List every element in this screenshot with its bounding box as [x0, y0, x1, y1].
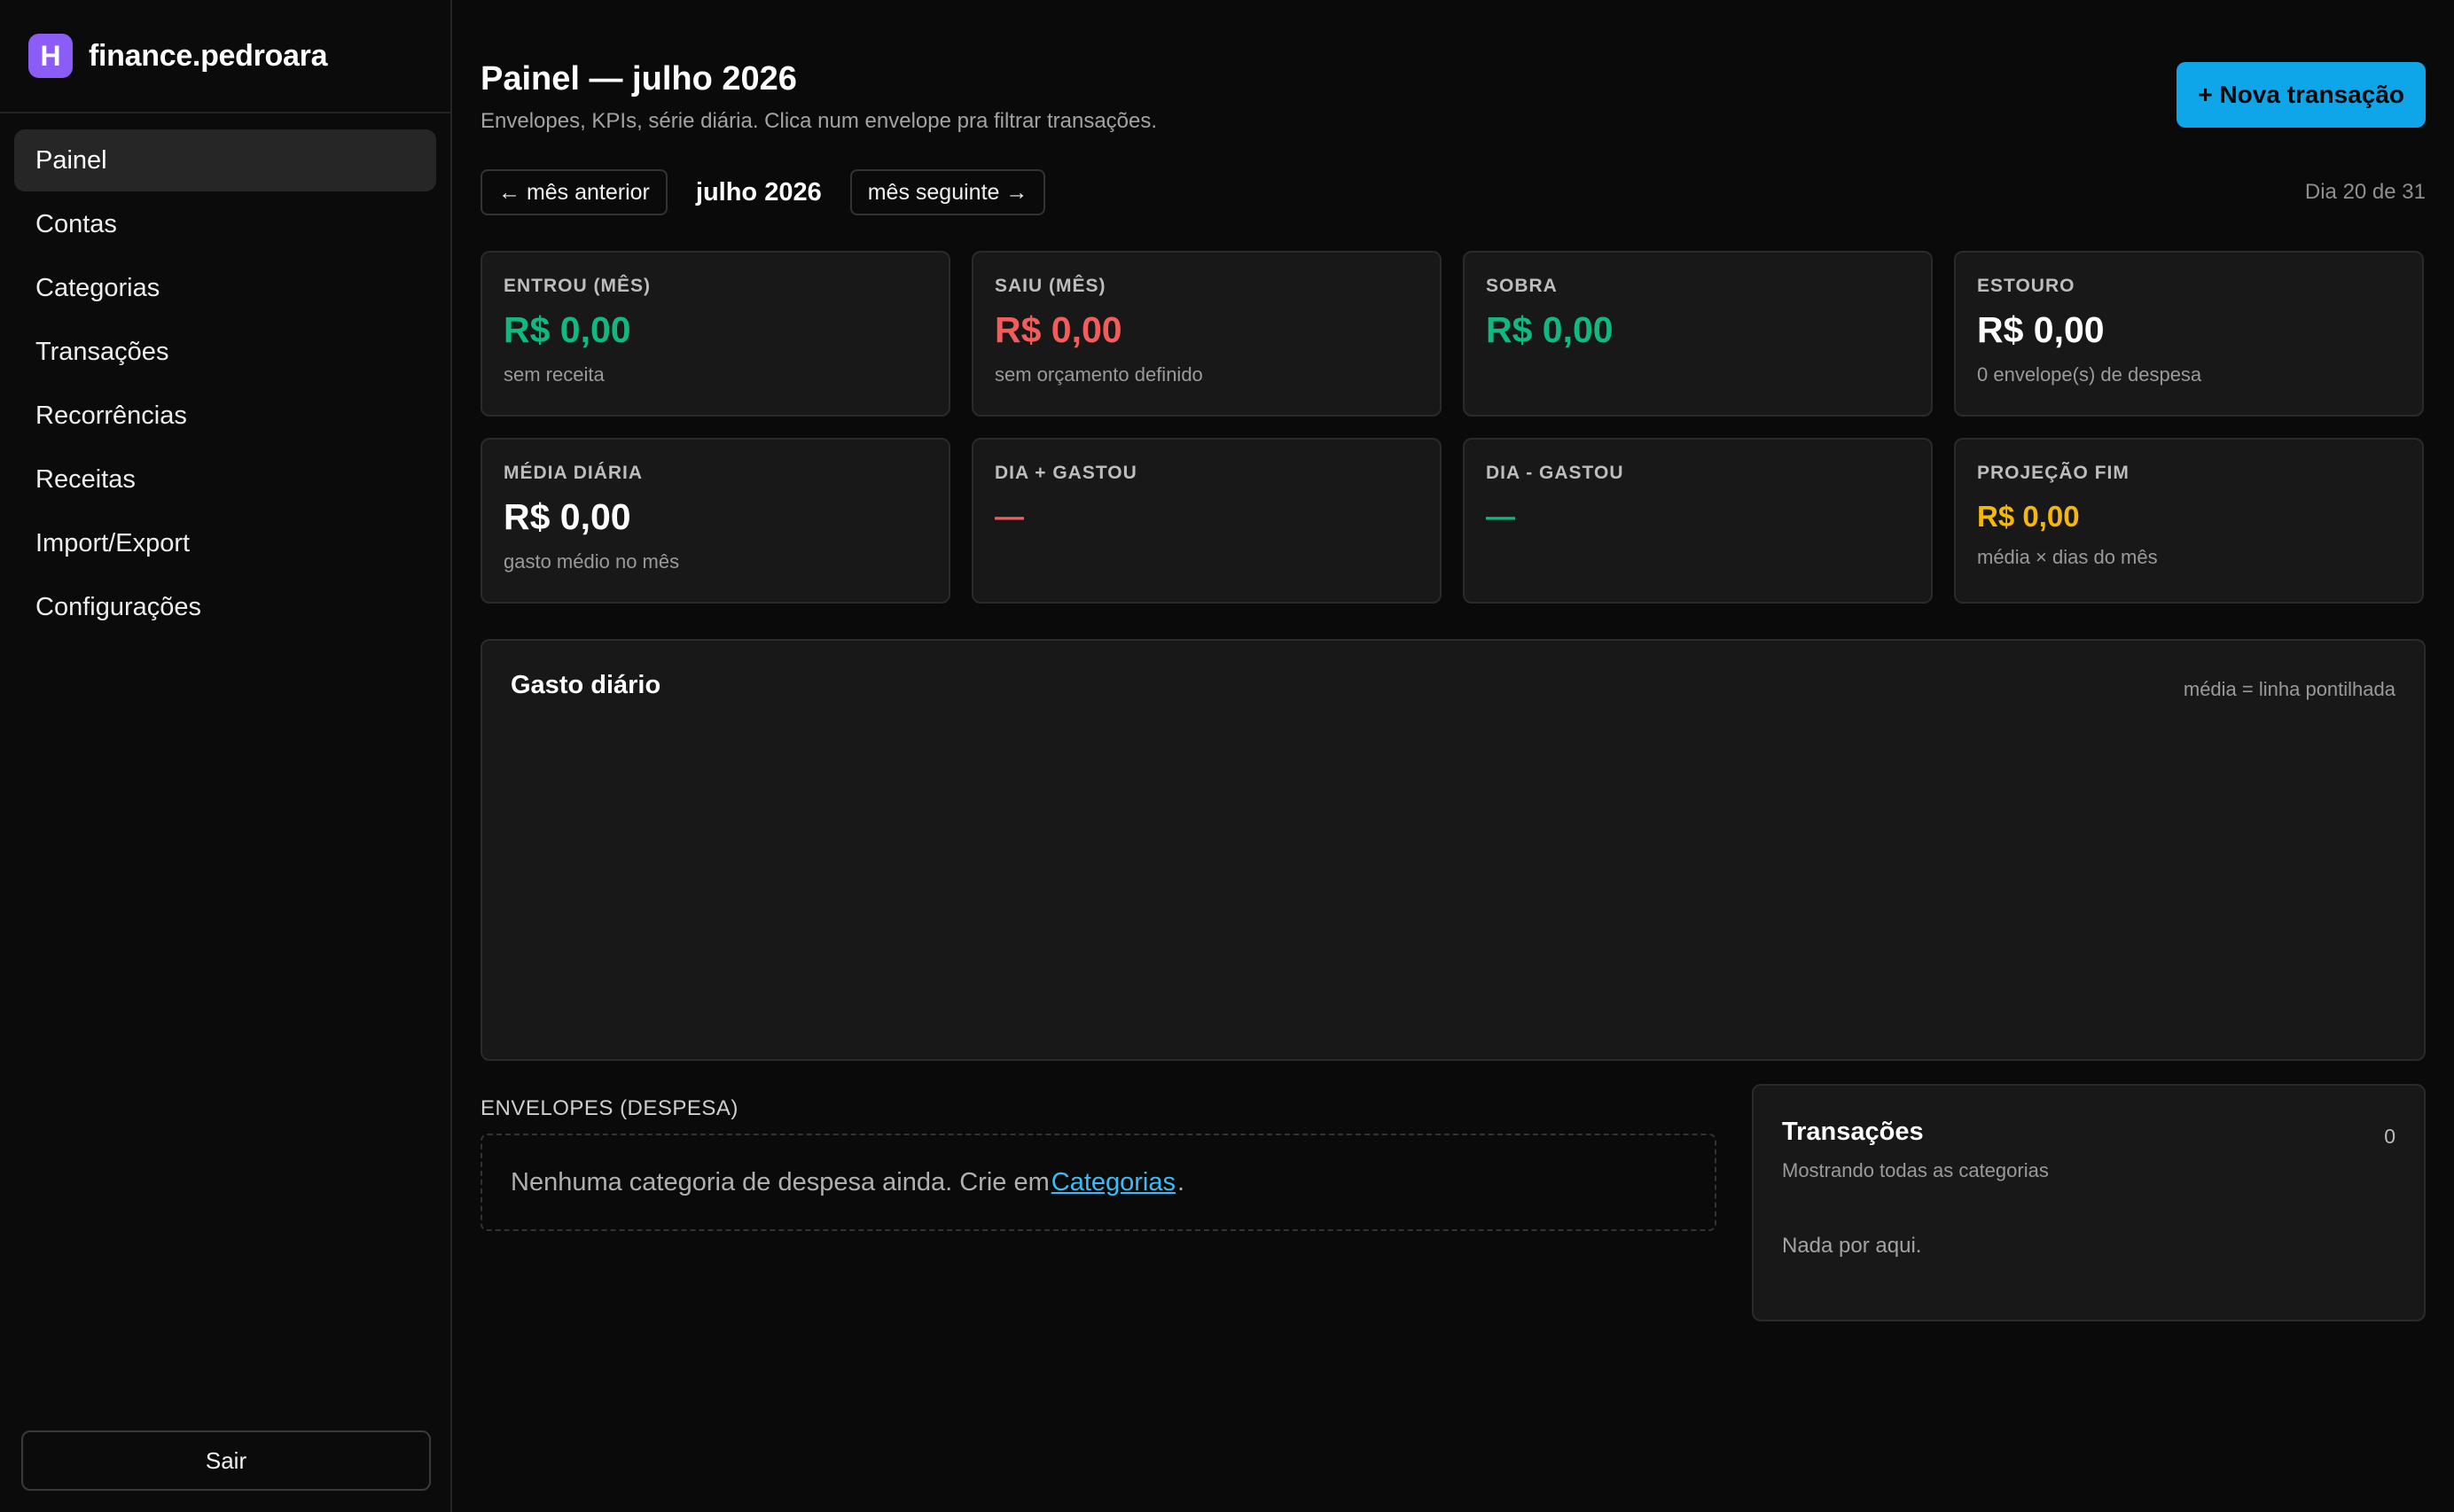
- sidebar-item-receitas[interactable]: Receitas: [14, 448, 436, 510]
- sidebar-item-recorrencias[interactable]: Recorrências: [14, 385, 436, 447]
- kpi-note: média × dias do mês: [1977, 546, 2158, 568]
- month-navigation: ← mês anterior julho 2026 mês seguinte →…: [481, 169, 2426, 215]
- sidebar-item-configuracoes[interactable]: Configurações: [14, 576, 436, 638]
- next-month-button[interactable]: mês seguinte →: [849, 169, 1046, 215]
- kpi-card-estouro: ESTOURO R$ 0,00 0 envelope(s) de despesa: [1954, 251, 2424, 417]
- sidebar-item-categorias[interactable]: Categorias: [14, 257, 436, 319]
- kpi-label: SOBRA: [1486, 276, 1558, 296]
- logout-button[interactable]: Sair: [21, 1430, 431, 1491]
- transactions-count: 0: [2384, 1125, 2395, 1148]
- transactions-subtitle: Mostrando todas as categorias: [1782, 1159, 2049, 1181]
- envelopes-section-label: ENVELOPES (DESPESA): [481, 1096, 739, 1120]
- current-month-label: julho 2026: [695, 177, 822, 207]
- sidebar-item-import-export[interactable]: Import/Export: [14, 512, 436, 574]
- brand[interactable]: H finance.pedroara: [0, 0, 450, 113]
- transactions-title: Transações: [1782, 1118, 1924, 1146]
- chart-title: Gasto diário: [511, 671, 661, 699]
- sidebar-nav: Painel Contas Categorias Transações Reco…: [0, 113, 450, 656]
- kpi-card-projecao-fim: PROJEÇÃO FIM R$ 0,00 média × dias do mês: [1954, 438, 2424, 604]
- main-content: Painel — julho 2026 Envelopes, KPIs, sér…: [452, 0, 2454, 1512]
- bottom-row: ENVELOPES (DESPESA) Nenhuma categoria de…: [481, 1084, 2426, 1321]
- kpi-card-sobra: SOBRA R$ 0,00: [1463, 251, 1933, 417]
- kpi-value: R$ 0,00: [1977, 309, 2105, 350]
- app-window: H finance.pedroara Painel Contas Categor…: [0, 0, 2454, 1512]
- kpi-note: sem orçamento definido: [995, 363, 1203, 386]
- sidebar-item-transacoes[interactable]: Transações: [14, 321, 436, 383]
- sidebar-item-contas[interactable]: Contas: [14, 193, 436, 255]
- kpi-label: DIA - GASTOU: [1486, 463, 1624, 483]
- kpi-card-dia-menos-gastou: DIA - GASTOU —: [1463, 438, 1933, 604]
- sidebar: H finance.pedroara Painel Contas Categor…: [0, 0, 452, 1512]
- day-counter: Dia 20 de 31: [2304, 180, 2426, 204]
- kpi-label: ESTOURO: [1977, 276, 2075, 296]
- kpi-label: SAIU (MÊS): [995, 276, 1106, 296]
- kpi-value: R$ 0,00: [995, 309, 1122, 350]
- kpi-note: 0 envelope(s) de despesa: [1977, 363, 2202, 386]
- page-title: Painel — julho 2026: [481, 60, 797, 97]
- kpi-label: ENTROU (MÊS): [504, 276, 651, 296]
- kpi-label: PROJEÇÃO FIM: [1977, 463, 2130, 483]
- kpi-value: R$ 0,00: [504, 496, 631, 537]
- kpi-value: —: [1486, 500, 1515, 533]
- brand-name: finance.pedroara: [89, 38, 328, 73]
- kpi-card-dia-mais-gastou: DIA + GASTOU —: [972, 438, 1442, 604]
- kpi-card-entrou: ENTROU (MÊS) R$ 0,00 sem receita: [481, 251, 950, 417]
- empty-text-prefix: Nenhuma categoria de despesa ainda. Crie…: [511, 1167, 1050, 1196]
- kpi-value: R$ 0,00: [1977, 500, 2080, 533]
- kpi-grid: ENTROU (MÊS) R$ 0,00 sem receita SAIU (M…: [481, 251, 2426, 604]
- kpi-label: MÉDIA DIÁRIA: [504, 463, 644, 483]
- categories-link[interactable]: Categorias: [1051, 1168, 1176, 1197]
- new-transaction-button[interactable]: + Nova transação: [2177, 62, 2426, 128]
- kpi-label: DIA + GASTOU: [995, 463, 1137, 483]
- envelopes-empty-state: Nenhuma categoria de despesa ainda. Crie…: [481, 1134, 1716, 1231]
- daily-spend-chart: Gasto diário média = linha pontilhada: [481, 639, 2426, 1061]
- kpi-card-media-diaria: MÉDIA DIÁRIA R$ 0,00 gasto médio no mês: [481, 438, 950, 604]
- kpi-value: R$ 0,00: [1486, 309, 1614, 350]
- kpi-note: sem receita: [504, 363, 605, 386]
- chart-legend: média = linha pontilhada: [2183, 678, 2395, 700]
- transactions-panel: Transações 0 Mostrando todas as categori…: [1752, 1084, 2426, 1321]
- kpi-card-saiu: SAIU (MÊS) R$ 0,00 sem orçamento definid…: [972, 251, 1442, 417]
- empty-text-suffix: .: [1177, 1167, 1185, 1196]
- kpi-value: —: [995, 500, 1024, 533]
- page-subtitle: Envelopes, KPIs, série diária. Clica num…: [481, 109, 1158, 133]
- prev-month-button[interactable]: ← mês anterior: [481, 169, 668, 215]
- page-header: Painel — julho 2026 Envelopes, KPIs, sér…: [481, 60, 2426, 134]
- brand-logo-icon: H: [28, 34, 73, 78]
- transactions-empty-state: Nada por aqui.: [1782, 1234, 1922, 1258]
- kpi-value: R$ 0,00: [504, 309, 631, 350]
- envelopes-section: ENVELOPES (DESPESA) Nenhuma categoria de…: [481, 1096, 1716, 1321]
- sidebar-item-painel[interactable]: Painel: [14, 129, 436, 191]
- kpi-note: gasto médio no mês: [504, 550, 680, 573]
